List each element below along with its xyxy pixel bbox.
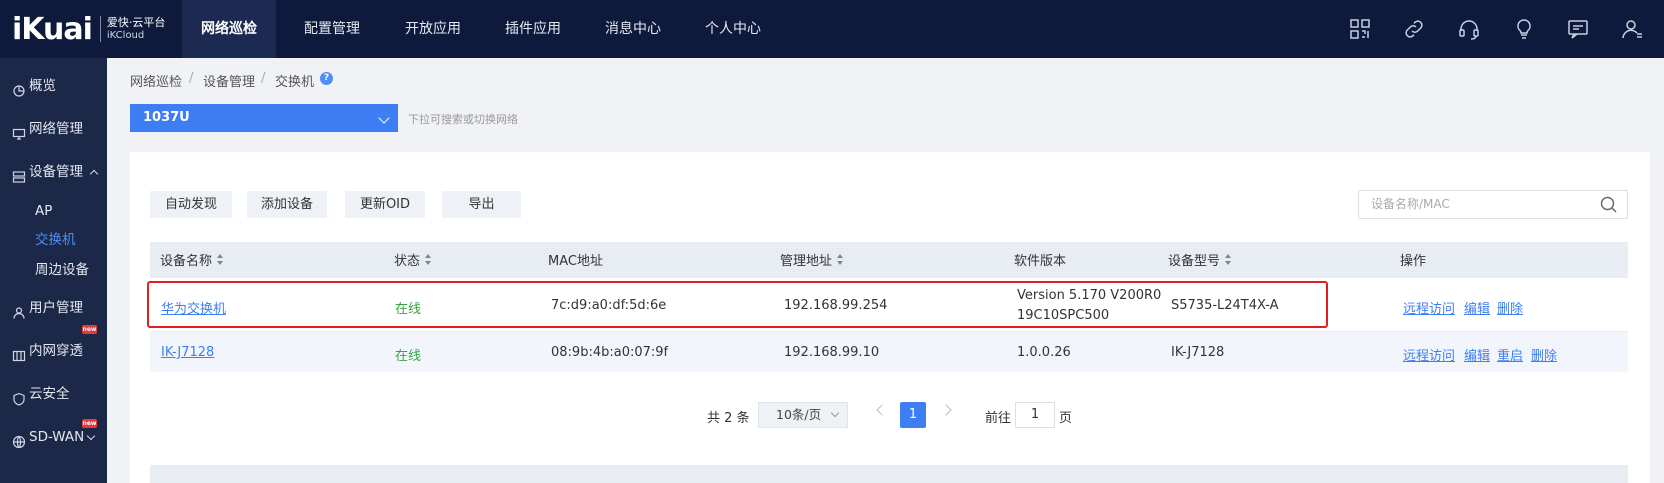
device-model: IK-J7128 [1171,345,1225,360]
brand-sub: iKCloud [106,30,145,41]
sidebar-item-intranet-penetration[interactable]: 内网穿透 [0,336,107,366]
sidebar-item-cloud-security[interactable]: 云安全 [0,379,107,409]
column-device-name[interactable]: 设备名称 [160,250,224,269]
message-icon[interactable] [1566,17,1590,41]
new-badge: new [82,419,97,428]
chevron-down-icon [86,431,96,440]
user-icon[interactable] [1620,17,1644,41]
breadcrumb-separator: / [189,71,194,86]
monitor-icon [12,122,26,140]
nav-personal-center[interactable]: 个人中心 [693,0,773,58]
globe-icon [12,430,26,449]
column-mac: MAC地址 [548,254,603,269]
column-software-version: 软件版本 [1014,254,1067,269]
server-icon [12,165,26,183]
mac-address: 08:9b:4b:a0:07:9f [551,345,669,360]
sidebar-item-network[interactable]: 网络管理 [0,114,107,144]
total-count: 共 2 条 [707,411,750,426]
sidebar-item-device-management[interactable]: 设备管理 [0,157,107,187]
sidebar-sub-ap[interactable]: AP [35,199,52,223]
pie-chart-icon [12,79,26,97]
brand-logo[interactable]: iKuai 爱快·云平台 iKCloud [12,8,165,50]
remote-access-link[interactable]: 远程访问 [1403,298,1455,317]
help-icon[interactable]: ? [320,72,333,85]
delete-link[interactable]: 删除 [1531,345,1557,364]
page-number-current[interactable]: 1 [900,402,926,428]
sidebar-sub-peripherals[interactable]: 周边设备 [35,258,89,282]
person-icon [12,301,26,319]
status-text: 在线 [395,349,422,364]
breadcrumb-device-management[interactable]: 设备管理 [203,71,255,90]
export-button[interactable]: 导出 [442,191,521,218]
network-select[interactable]: 1037U [130,104,398,132]
next-section-header [150,465,1628,483]
chevron-down-icon [830,408,840,418]
column-mgmt-address[interactable]: 管理地址 [780,250,844,269]
new-badge: new [82,325,97,334]
column-device-model[interactable]: 设备型号 [1168,250,1232,269]
qrcode-icon[interactable] [1348,17,1372,41]
brand-name: 爱快·云平台 [106,16,166,29]
sidebar-item-user-management[interactable]: 用户管理 [0,293,107,323]
bulb-icon[interactable] [1512,17,1536,41]
edit-link[interactable]: 编辑 [1464,298,1490,317]
auto-discover-button[interactable]: 自动发现 [150,191,232,218]
nav-open-apps[interactable]: 开放应用 [393,0,473,58]
page-unit-label: 页 [1059,411,1073,426]
breadcrumb-current: 交换机 [275,75,315,90]
remote-access-link[interactable]: 远程访问 [1403,345,1455,364]
shield-icon [12,387,26,406]
nav-plugin-apps[interactable]: 插件应用 [493,0,573,58]
highlight-box [147,281,1328,328]
logo-divider [99,16,101,42]
delete-link[interactable]: 删除 [1497,298,1523,317]
breadcrumb-network-inspection[interactable]: 网络巡检 [130,71,182,90]
sort-icon[interactable] [1225,254,1232,265]
headset-icon[interactable] [1457,17,1481,41]
chevron-down-icon [378,112,390,124]
update-oid-button[interactable]: 更新OID [345,191,425,218]
nav-config-management[interactable]: 配置管理 [292,0,372,58]
reboot-link[interactable]: 重启 [1497,345,1523,364]
network-select-hint: 下拉可搜索或切换网络 [408,113,518,126]
column-actions: 操作 [1400,254,1427,269]
chevron-up-icon [89,169,99,178]
breadcrumb-separator: / [261,71,266,86]
mgmt-address: 192.168.99.10 [784,345,880,360]
nav-network-inspection[interactable]: 网络巡检 [182,0,276,58]
sort-icon[interactable] [837,254,844,265]
top-navbar: iKuai 爱快·云平台 iKCloud 网络巡检 配置管理 开放应用 插件应用… [0,0,1664,58]
add-device-button[interactable]: 添加设备 [247,191,327,218]
sidebar-item-overview[interactable]: 概览 [0,71,107,101]
tunnel-icon [12,344,26,362]
software-version: 1.0.0.26 [1017,345,1071,360]
goto-page-input[interactable]: 1 [1015,402,1055,428]
device-name-link[interactable]: IK-J7128 [161,345,214,360]
page-size-select[interactable]: 10条/页 [758,402,848,428]
search-input[interactable]: 设备名称/MAC [1358,190,1628,219]
column-status[interactable]: 状态 [394,250,432,269]
link-icon[interactable] [1402,17,1426,41]
sort-icon[interactable] [425,254,432,265]
goto-label: 前往 [985,411,1012,426]
logo-mark: iKuai [12,11,93,47]
nav-message-center[interactable]: 消息中心 [593,0,673,58]
edit-link[interactable]: 编辑 [1464,345,1490,364]
search-icon[interactable] [1600,196,1617,213]
sort-icon[interactable] [217,254,224,265]
sidebar-sub-switch[interactable]: 交换机 [35,228,76,252]
